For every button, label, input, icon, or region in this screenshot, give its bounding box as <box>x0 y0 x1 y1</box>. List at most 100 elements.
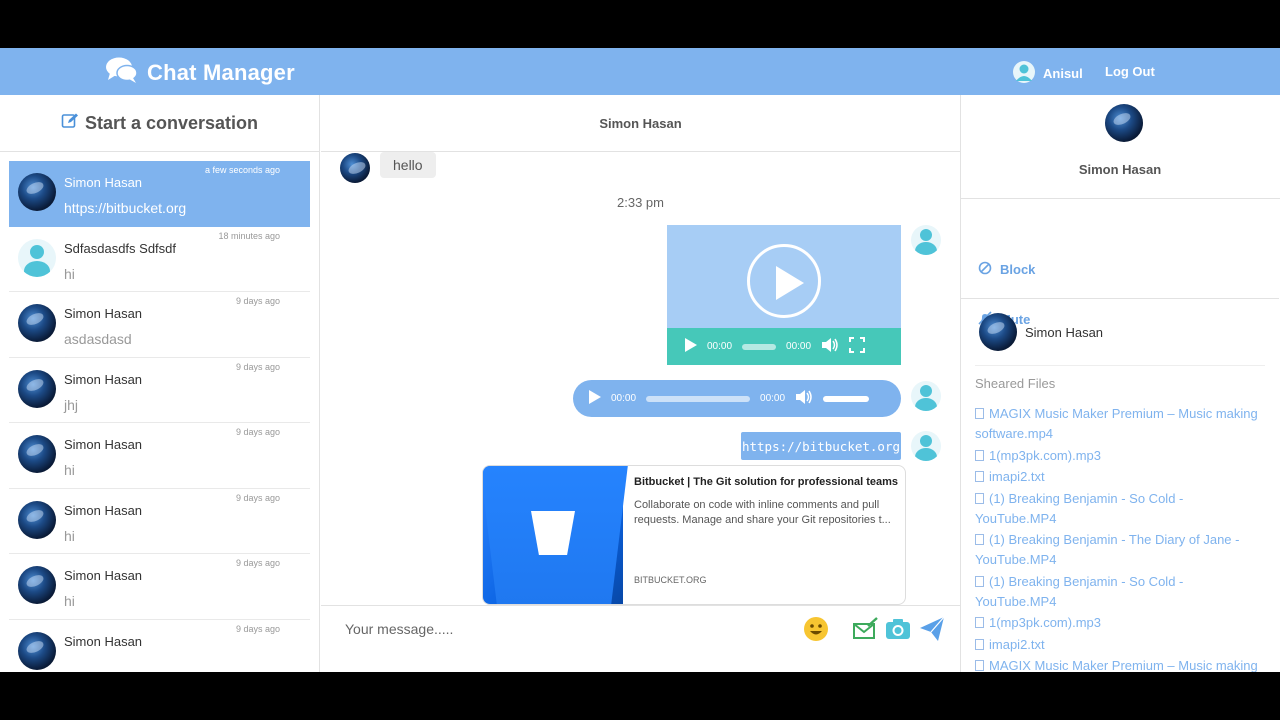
conversation-name: Simon Hasan <box>64 437 143 452</box>
file-icon <box>975 638 984 650</box>
video-player[interactable]: 00:00 00:00 <box>667 225 901 365</box>
chat-bubbles-icon <box>105 56 139 89</box>
send-icon[interactable] <box>919 616 945 642</box>
fullscreen-icon[interactable] <box>849 337 866 356</box>
conversation-time: 9 days ago <box>235 296 280 306</box>
conversation-last-message: hi <box>64 593 75 609</box>
conversation-name: Simon Hasan <box>64 175 143 190</box>
conversation-list: Simon Hasan https://bitbucket.org a few … <box>9 161 310 672</box>
conversation-item[interactable]: Simon Hasan hi 9 days ago <box>9 554 310 620</box>
file-name: (1) Breaking Benjamin - The Diary of Jan… <box>975 532 1240 567</box>
current-user[interactable]: Anisul <box>1013 61 1083 86</box>
conversation-time: 9 days ago <box>235 623 280 634</box>
message-input[interactable] <box>345 618 765 640</box>
volume-icon[interactable] <box>821 337 839 356</box>
link-preview-card[interactable]: Bitbucket | The Git solution for profess… <box>482 465 906 605</box>
bitbucket-logo-icon <box>483 466 623 604</box>
play-icon[interactable] <box>685 338 697 355</box>
video-current-time: 00:00 <box>707 341 733 352</box>
shared-file-link[interactable]: (1) Breaking Benjamin - The Diary of Jan… <box>975 530 1265 570</box>
shared-file-link[interactable]: 1(mp3pk.com).mp3 <box>975 446 1265 466</box>
conversation-name: Sdfasdasdfs Sdfsdf <box>64 240 177 256</box>
emoji-icon[interactable] <box>803 616 829 642</box>
play-icon[interactable] <box>747 244 821 318</box>
shared-file-link[interactable]: 1(mp3pk.com).mp3 <box>975 613 1265 633</box>
file-icon <box>975 449 984 461</box>
conversation-item[interactable]: Simon Hasan 9 days ago <box>9 620 310 673</box>
conversation-item[interactable]: Simon Hasan hi 9 days ago <box>9 423 310 489</box>
volume-icon[interactable] <box>795 389 813 408</box>
conversation-time: 18 minutes ago <box>218 230 280 241</box>
video-controls: 00:00 00:00 <box>667 328 901 365</box>
edit-icon <box>61 112 79 135</box>
audio-player[interactable]: 00:00 00:00 <box>573 380 901 417</box>
chat-header: Simon Hasan <box>321 95 960 152</box>
shared-file-link[interactable]: imapi2.txt <box>975 635 1265 655</box>
shared-files-title: Sheared Files <box>975 376 1056 391</box>
email-attach-icon[interactable] <box>852 616 878 642</box>
avatar <box>979 313 1017 351</box>
brand-title: Chat Manager <box>147 59 295 85</box>
volume-slider[interactable] <box>823 395 870 402</box>
logout-link[interactable]: Log Out <box>1105 64 1155 79</box>
conversation-time: a few seconds ago <box>204 165 280 175</box>
file-icon <box>975 471 984 482</box>
file-name: imapi2.txt <box>989 469 1045 484</box>
file-name: MAGIX Music Maker Premium – Music making… <box>975 406 1258 441</box>
shared-file-link[interactable]: MAGIX Music Maker Premium – Music making… <box>975 656 1265 672</box>
shared-file-link[interactable]: imapi2.txt <box>975 467 1265 487</box>
block-icon <box>978 261 992 278</box>
file-icon <box>975 617 984 628</box>
file-name: 1(mp3pk.com).mp3 <box>989 615 1101 630</box>
avatar <box>18 238 56 277</box>
conversation-last-message: jhj <box>64 396 79 413</box>
conversation-time: 9 days ago <box>235 361 280 372</box>
avatar <box>18 304 56 342</box>
contact-info-panel: Simon Hasan Block Mute Simon Hasan Shear… <box>960 95 1280 672</box>
conversation-time: 9 days ago <box>235 427 280 437</box>
file-name: (1) Breaking Benjamin - So Cold - YouTub… <box>975 573 1184 609</box>
shared-file-link[interactable]: MAGIX Music Maker Premium – Music making… <box>975 404 1265 444</box>
contact-name: Simon Hasan <box>1078 162 1162 177</box>
conversation-item[interactable]: Simon Hasan jhj 9 days ago <box>9 358 310 423</box>
start-conversation-button[interactable]: Start a conversation <box>0 95 319 152</box>
conversation-name: Simon Hasan <box>64 568 143 583</box>
file-icon <box>975 408 984 419</box>
conversation-time: 9 days ago <box>235 492 280 503</box>
shared-file-link[interactable]: (1) Breaking Benjamin - So Cold - YouTub… <box>975 572 1265 612</box>
time-separator: 2:33 pm <box>617 195 664 210</box>
message-composer <box>321 605 960 672</box>
conversation-name: Simon Hasan <box>64 502 143 518</box>
member-item[interactable]: Simon Hasan <box>979 313 1103 351</box>
block-button[interactable]: Block <box>978 261 1035 278</box>
chat-panel: Simon Hasan hello 2:33 pm 00:00 00:00 00… <box>321 95 960 672</box>
link-message[interactable]: https://bitbucket.org <box>741 432 901 460</box>
conversation-item[interactable]: Simon Hasan hi 9 days ago <box>9 489 310 554</box>
conversation-time: 9 days ago <box>235 558 280 568</box>
avatar <box>1105 104 1143 142</box>
shared-file-link[interactable]: (1) Breaking Benjamin - So Cold - YouTub… <box>975 489 1265 529</box>
incoming-message: hello <box>380 152 436 178</box>
video-duration: 00:00 <box>786 341 812 352</box>
preview-site: BITBUCKET.ORG <box>634 575 707 585</box>
avatar <box>18 500 56 539</box>
avatar <box>18 435 56 473</box>
video-seek-bar[interactable] <box>742 343 777 350</box>
play-icon[interactable] <box>589 390 601 407</box>
conversation-item[interactable]: Simon Hasan https://bitbucket.org a few … <box>9 161 310 227</box>
conversation-item[interactable]: Simon Hasan asdasdasd 9 days ago <box>9 292 310 358</box>
file-name: MAGIX Music Maker Premium – Music making… <box>989 658 1258 672</box>
conversation-last-message: hi <box>64 462 75 478</box>
contact-profile: Simon Hasan <box>961 95 1280 199</box>
audio-seek-bar[interactable] <box>646 395 751 402</box>
block-label: Block <box>1000 262 1036 277</box>
brand[interactable]: Chat Manager <box>105 56 295 89</box>
conversation-name: Simon Hasan <box>64 371 143 387</box>
file-icon <box>975 575 984 587</box>
avatar <box>18 566 56 604</box>
divider <box>975 365 1265 366</box>
chat-app: Chat Manager Anisul Log Out Start a conv… <box>0 48 1280 672</box>
conversation-item[interactable]: Sdfasdasdfs Sdfsdf hi 18 minutes ago <box>9 227 310 292</box>
camera-icon[interactable] <box>885 616 911 642</box>
file-name: (1) Breaking Benjamin - So Cold - YouTub… <box>975 490 1184 526</box>
